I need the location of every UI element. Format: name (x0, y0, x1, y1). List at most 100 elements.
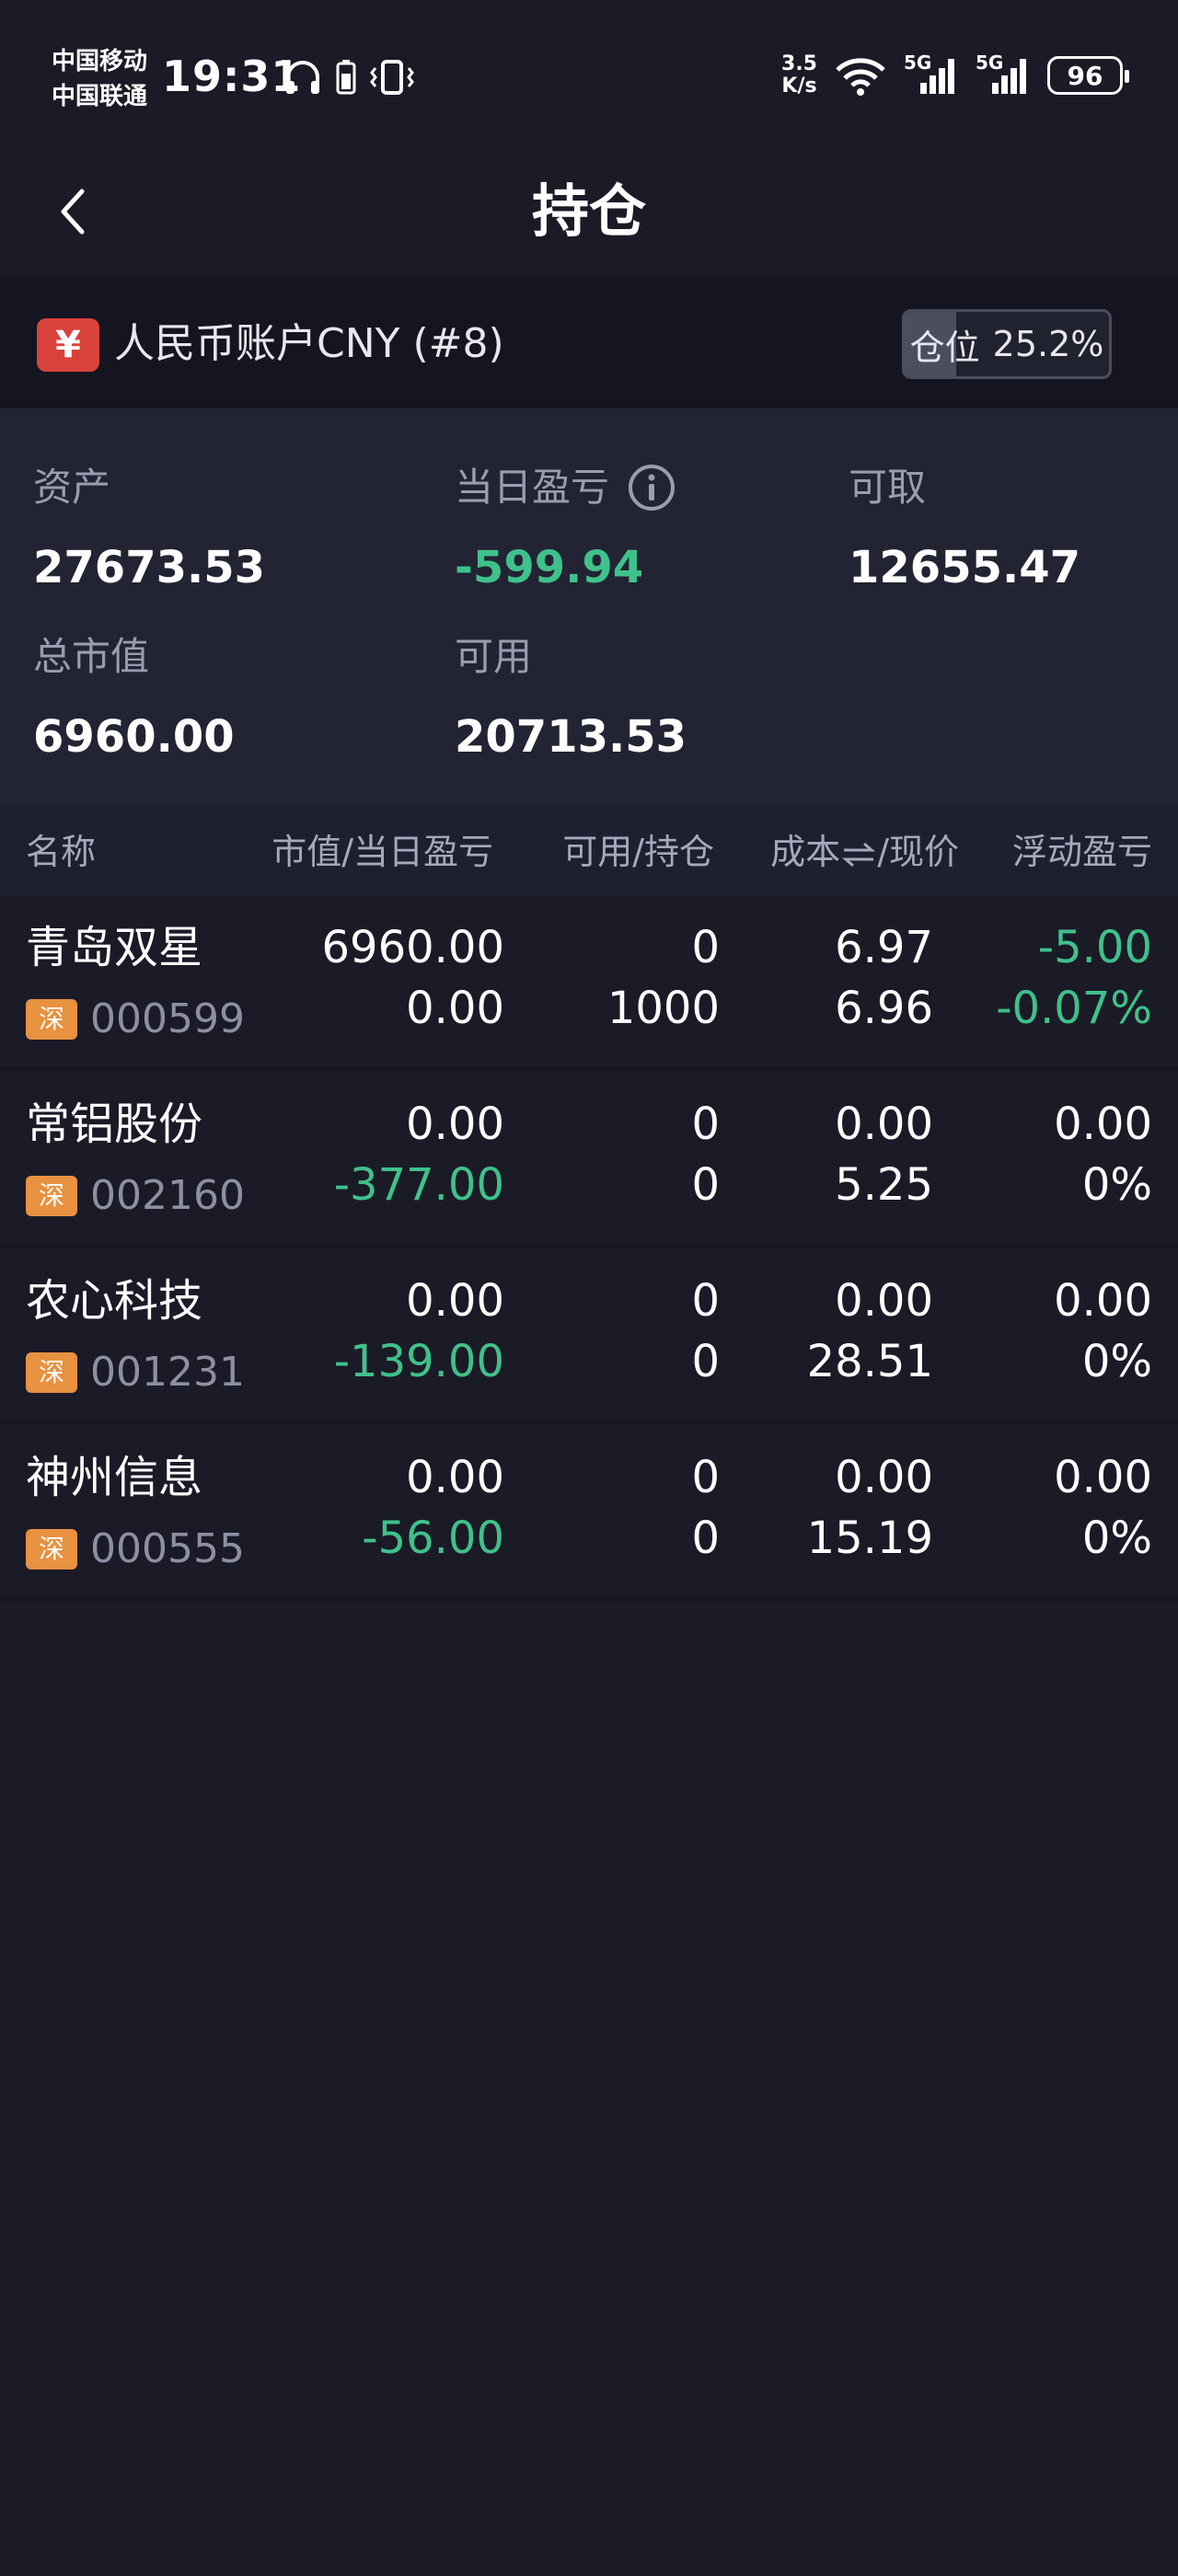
market-tag: 深 (26, 1529, 77, 1570)
account-summary: 资产 27673.53 当日盈亏 -599.94 可取 12655.47 总市值… (0, 408, 1178, 804)
col-floating-pl: 浮动盈亏 (1011, 832, 1152, 872)
assets-value: 27673.53 (33, 542, 266, 593)
holdings-table-header: 名称 市值/当日盈亏 可用/持仓 成本/现价 浮动盈亏 (0, 804, 1178, 896)
holding-qty: 0 (691, 1159, 720, 1211)
stock-code: 001231 (90, 1349, 245, 1396)
holding-qty: 0 (691, 1512, 720, 1564)
holding-row[interactable]: 深 神州信息 000555 0.00 -56.00 0 0 0.00 15.19 0.00 0% (0, 1426, 1178, 1601)
holding-row[interactable]: 深 农心科技 001231 0.00 -139.00 0 0 0.00 28.51 0.00 0% (0, 1249, 1178, 1424)
carrier-labels: 中国移动 中国联通 (52, 44, 147, 114)
daily-pl-value: -599.94 (455, 542, 644, 593)
info-icon[interactable] (628, 464, 676, 512)
stock-name: 青岛双星 (26, 922, 203, 973)
cost-price: 0.00 (835, 1098, 933, 1150)
stat-assets: 资产 27673.53 (33, 460, 265, 600)
stock-code: 000555 (90, 1525, 245, 1572)
signal-1: 5G (904, 52, 959, 96)
market-tag: 深 (26, 999, 77, 1040)
carrier-2: 中国联通 (52, 83, 148, 110)
current-price: 6.96 (835, 983, 933, 1034)
account-name: 人民币账户CNY (#8) (114, 320, 504, 367)
headphones-icon (286, 61, 319, 94)
market-value: 0.00 (406, 1452, 504, 1503)
floating-pl: 0.00 (1054, 1452, 1152, 1503)
market-tag: 深 (26, 1352, 77, 1393)
battery-indicator: 96 (1047, 56, 1129, 95)
available-qty: 0 (691, 1098, 720, 1150)
stock-name: 神州信息 (26, 1452, 203, 1503)
stat-withdrawable: 可取 12655.47 (849, 460, 1080, 600)
stat-market-value: 总市值 6960.00 (33, 629, 235, 769)
col-avail-hold: 可用/持仓 (562, 832, 714, 872)
holding-qty: 1000 (606, 983, 720, 1034)
current-price: 28.51 (806, 1336, 933, 1387)
page-title: 持仓 (531, 178, 646, 245)
available-value: 20713.53 (455, 711, 687, 763)
holding-row[interactable]: 深 常铝股份 002160 0.00 -377.00 0 0 0.00 5.25 0.00 0% (0, 1073, 1178, 1248)
floating-pl: 0.00 (1054, 1098, 1152, 1150)
available-qty: 0 (691, 1275, 720, 1327)
withdrawable-value: 12655.47 (849, 542, 1081, 593)
market-tag: 深 (26, 1176, 77, 1216)
account-bar[interactable]: ¥ 人民币账户CNY (#8) 仓位 25.2% (0, 276, 1178, 408)
market-value-label: 总市值 (33, 634, 150, 679)
position-ratio-badge: 仓位 25.2% (902, 309, 1112, 379)
holding-qty: 0 (691, 1336, 720, 1387)
cost-price: 0.00 (835, 1275, 933, 1327)
network-speed: 3.5 K/s (781, 53, 817, 98)
stock-code: 000599 (90, 995, 245, 1042)
floating-pl-percent: 0% (1081, 1336, 1152, 1387)
market-value: 0.00 (406, 1275, 504, 1327)
cost-price: 0.00 (835, 1452, 933, 1503)
market-value: 6960.00 (321, 922, 505, 973)
wifi-icon (836, 58, 885, 96)
swap-icon[interactable] (840, 838, 877, 871)
market-value-value: 6960.00 (33, 711, 235, 763)
position-value: 25.2% (992, 324, 1104, 364)
col-value-pl: 市值/当日盈亏 (271, 832, 493, 872)
stock-name: 农心科技 (26, 1275, 203, 1327)
nav-bar: 持仓 (0, 156, 1178, 274)
market-value: 0.00 (406, 1098, 504, 1150)
holding-row[interactable]: 深 青岛双星 000599 6960.00 0.00 0 1000 6.97 6.96 -5.00… (0, 896, 1178, 1071)
assets-label: 资产 (33, 465, 111, 510)
network-speed-value: 3.5 (781, 52, 817, 75)
signal-bars-icon (920, 59, 954, 94)
col-cost-price[interactable]: 成本/现价 (770, 830, 959, 874)
available-qty: 0 (691, 922, 720, 973)
daily-pl: -139.00 (333, 1336, 504, 1387)
position-label: 仓位 (909, 327, 980, 368)
status-icons-left (283, 59, 414, 96)
carrier-1: 中国移动 (52, 48, 148, 75)
floating-pl: -5.00 (1037, 922, 1152, 973)
yuan-icon: ¥ (37, 318, 99, 372)
clock: 19:31 (162, 52, 302, 101)
col-cost-label: 成本 (770, 832, 841, 872)
daily-pl-label: 当日盈亏 (455, 465, 610, 510)
network-speed-unit: K/s (781, 75, 817, 98)
col-price-label: /现价 (877, 832, 959, 872)
stat-daily-pl: 当日盈亏 -599.94 (455, 460, 676, 600)
battery-level: 96 (1067, 60, 1103, 91)
floating-pl-percent: 0% (1081, 1512, 1152, 1564)
stat-available: 可用 20713.53 (455, 629, 687, 769)
daily-pl: -377.00 (333, 1159, 504, 1211)
cost-price: 6.97 (835, 922, 933, 973)
signal-2: 5G (976, 52, 1031, 96)
floating-pl-percent: -0.07% (996, 983, 1152, 1034)
current-price: 5.25 (835, 1159, 933, 1211)
withdrawable-label: 可取 (849, 465, 927, 510)
battery-charging-icon (336, 60, 356, 95)
status-bar: 中国移动 中国联通 19:31 3.5 K/s 5G 5G 96 (0, 0, 1178, 156)
signal-bars-icon (992, 59, 1026, 94)
vibrate-icon (370, 60, 414, 95)
current-price: 15.19 (806, 1512, 933, 1564)
stock-code: 002160 (90, 1172, 245, 1219)
available-label: 可用 (455, 634, 533, 679)
status-icons-right: 3.5 K/s 5G 5G 96 (781, 52, 1129, 98)
col-name: 名称 (26, 832, 97, 872)
stock-name: 常铝股份 (26, 1098, 203, 1150)
floating-pl-percent: 0% (1081, 1159, 1152, 1211)
available-qty: 0 (691, 1452, 720, 1503)
daily-pl: 0.00 (406, 983, 504, 1034)
